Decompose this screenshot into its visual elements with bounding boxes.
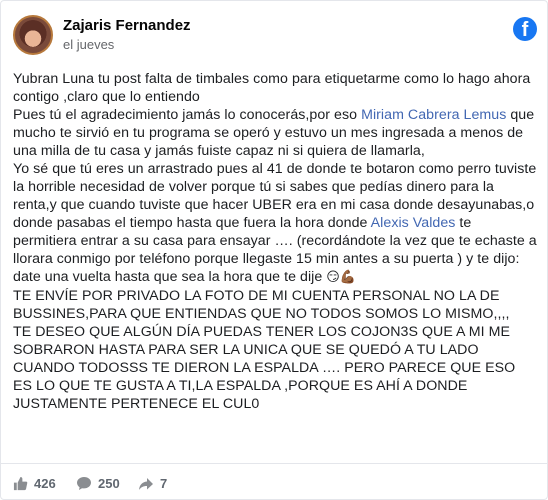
share-count[interactable]: 7	[138, 476, 167, 491]
share-count-value: 7	[160, 476, 168, 491]
author-avatar[interactable]	[13, 15, 53, 55]
comment-count[interactable]: 250	[76, 476, 120, 491]
facebook-logo-icon[interactable]: f	[513, 17, 537, 41]
post-header: Zajaris Fernandez el jueves f	[13, 15, 537, 55]
comment-icon	[77, 477, 91, 490]
like-icon	[13, 476, 28, 491]
post-paragraph: TE DESEO QUE ALGÚN DÍA PUEDAS TENER LOS …	[13, 323, 537, 413]
like-count-value: 426	[34, 476, 56, 491]
like-count[interactable]: 426	[13, 476, 56, 491]
post-text-segment: Pues tú el agradecimiento jamás lo conoc…	[13, 107, 362, 123]
facebook-post-card: Zajaris Fernandez el jueves f Yubran Lun…	[0, 0, 548, 500]
post-paragraph: Yo sé que tú eres un arrastrado pues al …	[13, 160, 537, 287]
post-timestamp[interactable]: el jueves	[63, 37, 114, 52]
emoji-text: 😏💪🏾	[326, 270, 357, 285]
post-text-segment: TE ENVÍE POR PRIVADO LA FOTO DE MI CUENT…	[13, 288, 510, 322]
comment-count-value: 250	[98, 476, 120, 491]
post-paragraph: Pues tú el agradecimiento jamás lo conoc…	[13, 106, 537, 160]
author-name[interactable]: Zajaris Fernandez	[63, 17, 191, 34]
tagged-person-link[interactable]: Miriam Cabrera Lemus	[361, 107, 506, 123]
post-text-segment: Yubran Luna tu post falta de timbales co…	[13, 71, 531, 105]
divider	[1, 463, 547, 464]
post-paragraph: Yubran Luna tu post falta de timbales co…	[13, 70, 537, 106]
post-paragraph: TE ENVÍE POR PRIVADO LA FOTO DE MI CUENT…	[13, 287, 537, 323]
post-text: Yubran Luna tu post falta de timbales co…	[13, 70, 537, 413]
share-icon	[139, 477, 153, 490]
post-text-segment: TE DESEO QUE ALGÚN DÍA PUEDAS TENER LOS …	[13, 324, 516, 412]
tagged-person-link[interactable]: Alexis Valdes	[371, 215, 456, 231]
